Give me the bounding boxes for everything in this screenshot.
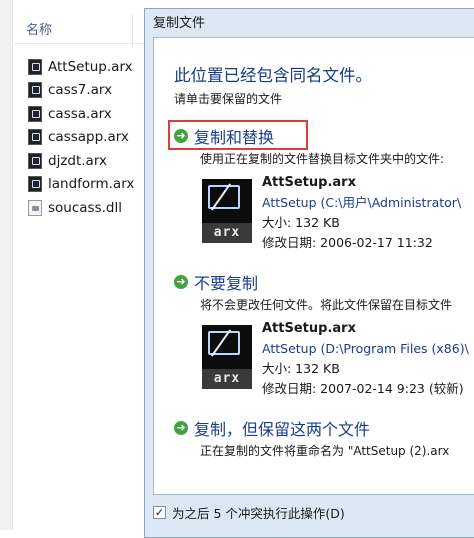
- option-label: 不要复制: [194, 274, 259, 293]
- autocad-logo-icon: [208, 185, 240, 209]
- thumb-label: arx: [202, 369, 252, 389]
- arx-file-icon: [28, 129, 42, 146]
- option-copy-keep-both-title[interactable]: ➜ 复制，但保留这两个文件: [174, 416, 449, 440]
- file-name: AttSetup.arx: [48, 58, 133, 75]
- file-size: 大小: 132 KB: [262, 215, 340, 230]
- dialog-footer: ✓ 为之后 5 个冲突执行此操作(D): [153, 503, 345, 522]
- thumb-label: arx: [202, 223, 252, 243]
- option-copy-and-replace[interactable]: ➜ 复制和替换 使用正在复制的文件替换目标文件夹中的文件: arx AttSet…: [174, 124, 461, 250]
- green-arrow-icon: ➜: [174, 129, 188, 143]
- file-item[interactable]: djzdt.arx: [28, 149, 134, 173]
- green-arrow-icon: ➜: [174, 275, 188, 289]
- dialog-instruction: 请单击要保留的文件: [174, 92, 283, 106]
- file-list: AttSetup.arx cass7.arx cassa.arx cassapp…: [28, 55, 134, 220]
- arx-file-icon: [28, 58, 42, 75]
- column-divider[interactable]: [132, 14, 133, 48]
- file-size: 大小: 132 KB: [262, 361, 340, 376]
- file-name: AttSetup.arx: [262, 175, 356, 190]
- option-label: 复制，但保留这两个文件: [194, 420, 371, 439]
- file-path: AttSetup (C:\用户\Administrator\: [262, 195, 462, 210]
- arx-file-icon: [28, 82, 42, 99]
- option-label: 复制和替换: [194, 128, 275, 147]
- file-name: djzdt.arx: [48, 152, 108, 169]
- option-dont-copy[interactable]: ➜ 不要复制 将不会更改任何文件。将此文件保留在目标文件 arx AttSetu…: [174, 270, 469, 396]
- copy-file-dialog: 复制文件 此位置已经包含同名文件。 请单击要保留的文件 ➜ 复制和替换 使用正在…: [144, 8, 474, 538]
- arx-file-icon: [28, 176, 42, 193]
- source-file-card: arx AttSetup.arx AttSetup (C:\用户\Adminis…: [202, 175, 461, 250]
- option-copy-and-replace-title[interactable]: ➜ 复制和替换: [174, 124, 444, 148]
- autocad-logo-icon: [208, 331, 240, 355]
- destination-file-card: arx AttSetup.arx AttSetup (D:\Program Fi…: [202, 321, 469, 396]
- file-name: cass7.arx: [48, 82, 113, 99]
- file-path: AttSetup (D:\Program Files (x86)\: [262, 341, 469, 356]
- arx-file-icon: [28, 105, 42, 122]
- file-name: cassa.arx: [48, 105, 112, 122]
- option-dont-copy-title[interactable]: ➜ 不要复制: [174, 270, 452, 294]
- file-item[interactable]: cass7.arx: [28, 79, 134, 103]
- file-item[interactable]: cassa.arx: [28, 102, 134, 126]
- option-description: 将不会更改任何文件。将此文件保留在目标文件: [200, 298, 453, 312]
- file-modified-date: 修改日期: 2007-02-14 9:23 (较新): [262, 381, 464, 396]
- arx-file-icon: [28, 152, 42, 169]
- dialog-body: 此位置已经包含同名文件。 请单击要保留的文件 ➜ 复制和替换 使用正在复制的文件…: [153, 37, 474, 495]
- arx-file-thumbnail: arx: [202, 179, 252, 243]
- explorer-scrollbar[interactable]: [0, 0, 13, 530]
- file-modified-date: 修改日期: 2006-02-17 11:32: [262, 235, 433, 250]
- option-description: 正在复制的文件将重命名为 "AttSetup (2).arx: [200, 444, 450, 458]
- file-item[interactable]: cassapp.arx: [28, 126, 134, 150]
- file-item[interactable]: landform.arx: [28, 173, 134, 197]
- apply-to-all-label[interactable]: 为之后 5 个冲突执行此操作(D): [172, 503, 345, 522]
- file-item[interactable]: AttSetup.arx: [28, 55, 134, 79]
- dialog-headline: 此位置已经包含同名文件。: [174, 66, 372, 85]
- option-description: 使用正在复制的文件替换目标文件夹中的文件:: [200, 152, 445, 166]
- dialog-title: 复制文件: [153, 16, 206, 31]
- arx-file-thumbnail: arx: [202, 325, 252, 389]
- file-name: landform.arx: [48, 176, 135, 193]
- file-name: cassapp.arx: [48, 129, 129, 146]
- dll-file-icon: [28, 199, 42, 216]
- file-item[interactable]: soucass.dll: [28, 196, 134, 220]
- file-info: AttSetup.arx AttSetup (C:\用户\Administrat…: [262, 173, 461, 253]
- file-name: soucass.dll: [48, 199, 122, 216]
- column-header-name[interactable]: 名称: [14, 18, 144, 44]
- option-copy-keep-both[interactable]: ➜ 复制，但保留这两个文件 正在复制的文件将重命名为 "AttSetup (2)…: [174, 416, 449, 459]
- green-arrow-icon: ➜: [174, 421, 188, 435]
- file-name: AttSetup.arx: [262, 321, 356, 336]
- file-info: AttSetup.arx AttSetup (D:\Program Files …: [262, 319, 469, 399]
- apply-to-all-checkbox[interactable]: ✓: [153, 506, 166, 519]
